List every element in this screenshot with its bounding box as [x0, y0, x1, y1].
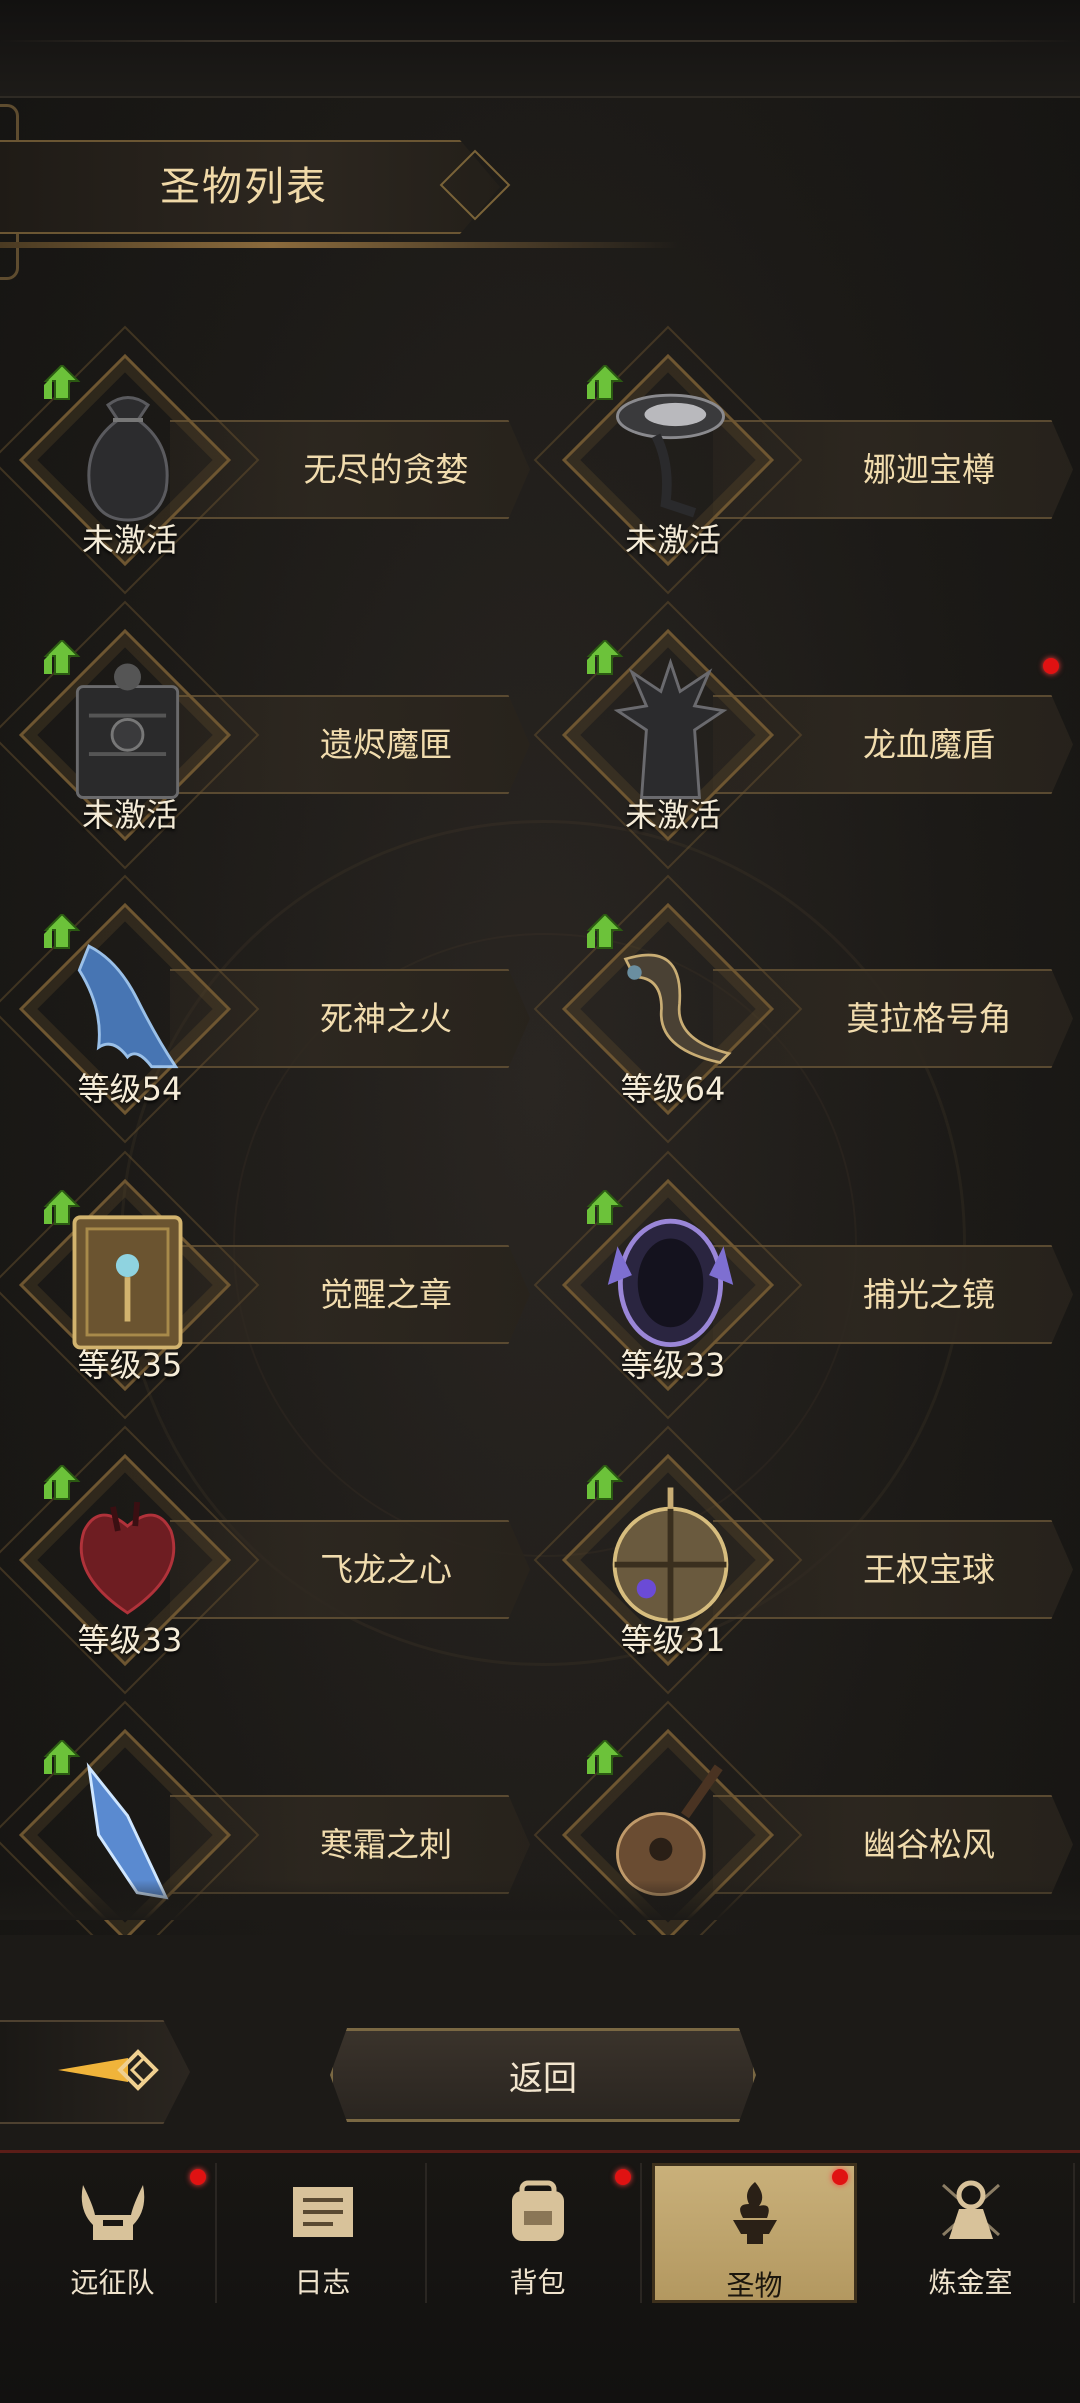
blue-claw-icon	[60, 929, 195, 1079]
upgrade-arrow-icon	[42, 912, 82, 950]
heart-icon	[60, 1480, 195, 1630]
upgrade-arrow-icon	[585, 912, 625, 950]
nav-tab-2[interactable]: 背包	[435, 2163, 642, 2303]
relic-card[interactable]: 觉醒之章等级35	[0, 1150, 540, 1420]
notification-dot	[1043, 658, 1059, 674]
nav-tab-3[interactable]: 圣物	[652, 2163, 857, 2303]
nav-tab-1[interactable]: 日志	[220, 2163, 427, 2303]
relic-card[interactable]: 遗烬魔匣未激活	[0, 600, 540, 870]
backpack-icon	[498, 2175, 578, 2245]
relic-name: 龙血魔盾	[863, 725, 995, 764]
nav-tab-label: 炼金室	[928, 2266, 1013, 2299]
relic-status: 等级64	[620, 1070, 726, 1108]
back-arrow-icon[interactable]	[58, 2040, 168, 2100]
relic-card[interactable]: 捕光之镜等级33	[533, 1150, 1080, 1420]
nav-tab-label: 背包	[509, 2266, 566, 2299]
relic-name: 死神之火	[320, 999, 452, 1038]
relic-card[interactable]: 死神之火等级54	[0, 874, 540, 1144]
horned-helmet-icon	[73, 2175, 153, 2245]
relic-name: 幽谷松风	[863, 1825, 995, 1864]
relic-name: 捕光之镜	[863, 1275, 995, 1314]
horn-icon	[603, 929, 738, 1079]
upgrade-arrow-icon	[585, 1463, 625, 1501]
nav-tab-label: 圣物	[726, 2269, 783, 2302]
relic-name: 觉醒之章	[320, 1275, 452, 1314]
nav-tab-4[interactable]: 炼金室	[868, 2163, 1075, 2303]
relic-name: 莫拉格号角	[846, 999, 1012, 1038]
relic-status: 未激活	[81, 796, 178, 834]
relic-card[interactable]: 飞龙之心等级33	[0, 1425, 540, 1695]
sack-icon	[60, 380, 195, 530]
notification-dot	[190, 2169, 206, 2185]
relic-name: 娜迦宝樽	[863, 450, 995, 489]
relic-name: 遗烬魔匣	[320, 725, 452, 764]
book-icon	[60, 1205, 195, 1355]
relic-name: 寒霜之刺	[320, 1825, 452, 1864]
upgrade-arrow-icon	[42, 1463, 82, 1501]
relic-status: 等级35	[77, 1346, 183, 1384]
relic-card[interactable]: 莫拉格号角等级64	[533, 874, 1080, 1144]
page-title: 圣物列表	[160, 164, 328, 210]
relic-card[interactable]: 龙血魔盾未激活	[533, 600, 1080, 870]
relic-status: 未激活	[624, 796, 721, 834]
return-button[interactable]: 返回	[330, 2028, 756, 2122]
relic-name: 王权宝球	[863, 1550, 995, 1589]
upgrade-arrow-icon	[42, 363, 82, 401]
relic-name: 飞龙之心	[320, 1550, 452, 1589]
relic-status: 未激活	[624, 521, 721, 559]
scroll-fade	[0, 1880, 1080, 1920]
upgrade-arrow-icon	[585, 1188, 625, 1226]
nav-tab-label: 日志	[294, 2266, 351, 2299]
relic-card[interactable]: 无尽的贪婪未激活	[0, 325, 540, 595]
brazier-icon	[715, 2178, 795, 2248]
upgrade-arrow-icon	[585, 638, 625, 676]
scroll-icon	[283, 2175, 363, 2245]
relic-card[interactable]: 王权宝球等级31	[533, 1425, 1080, 1695]
relic-status: 等级31	[620, 1621, 726, 1659]
notification-dot	[615, 2169, 631, 2185]
shield-icon	[603, 655, 738, 805]
mirror-icon	[603, 1205, 738, 1355]
notification-dot	[832, 2169, 848, 2185]
page-header: 圣物列表	[0, 104, 680, 280]
nav-tab-label: 远征队	[70, 2266, 155, 2299]
relic-name: 无尽的贪婪	[303, 450, 469, 489]
top-decor-band	[0, 0, 1080, 98]
box-icon	[60, 655, 195, 805]
upgrade-arrow-icon	[42, 1188, 82, 1226]
relic-card[interactable]: 娜迦宝樽未激活	[533, 325, 1080, 595]
upgrade-arrow-icon	[42, 638, 82, 676]
relic-status: 等级33	[77, 1621, 183, 1659]
alchemy-icon	[931, 2175, 1011, 2245]
chalice-icon	[603, 380, 738, 530]
relic-status: 等级54	[77, 1070, 183, 1108]
relic-status: 等级33	[620, 1346, 726, 1384]
relic-status: 未激活	[81, 521, 178, 559]
upgrade-arrow-icon	[585, 1738, 625, 1776]
nav-tab-0[interactable]: 远征队	[10, 2163, 217, 2303]
upgrade-arrow-icon	[42, 1738, 82, 1776]
bottom-nav: 远征队 日志 背包 圣物 炼金室	[0, 2150, 1080, 2403]
header-underline	[0, 242, 680, 248]
orb-icon	[603, 1480, 738, 1630]
upgrade-arrow-icon	[585, 363, 625, 401]
